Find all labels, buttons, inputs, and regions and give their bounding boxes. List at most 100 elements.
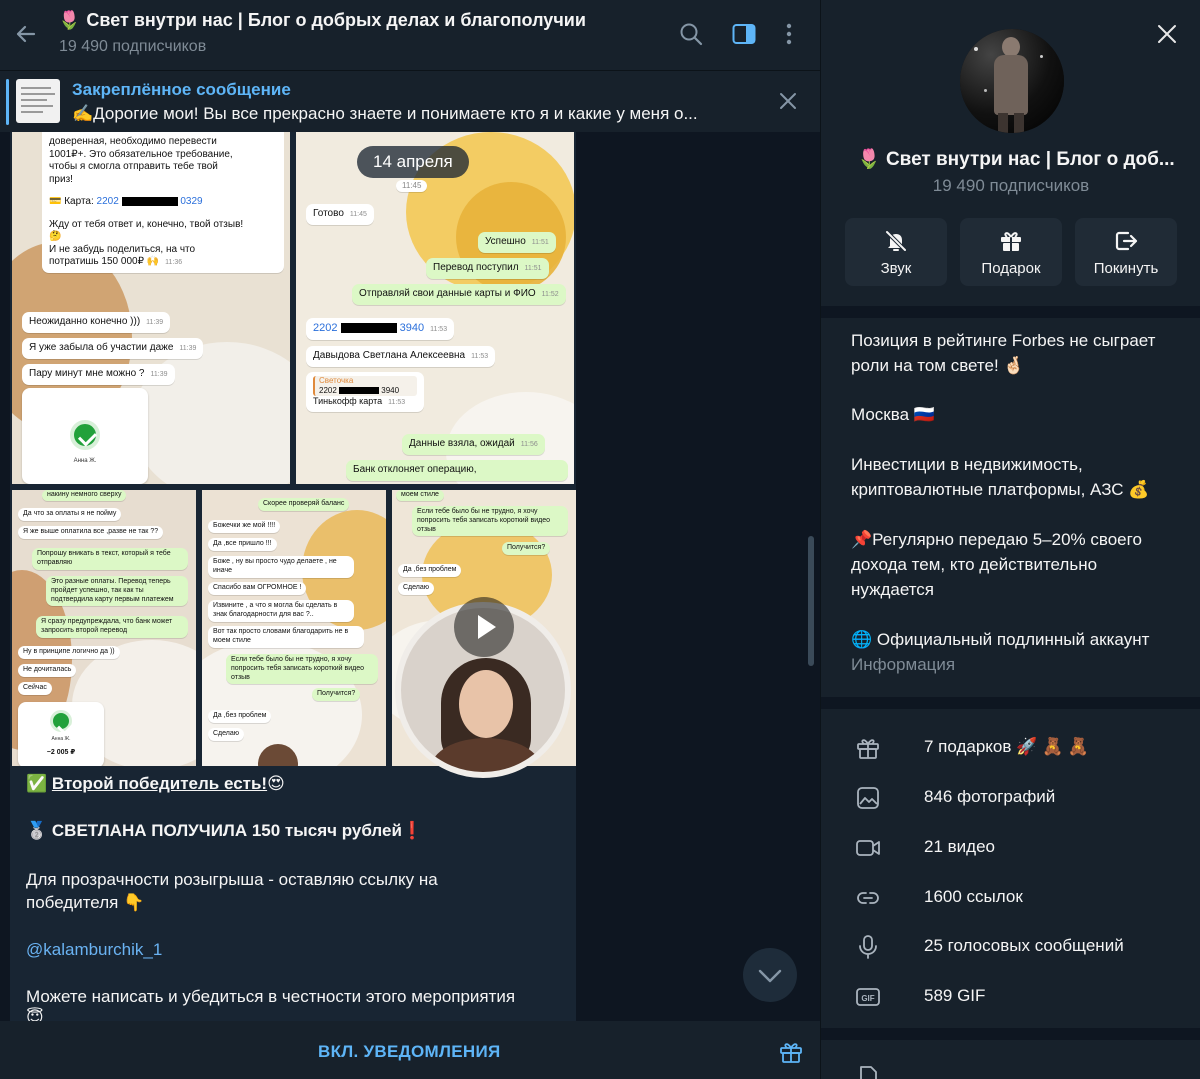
gif-icon: GIF xyxy=(855,984,881,1010)
shared-files-row[interactable] xyxy=(821,1052,1200,1079)
gift-icon xyxy=(855,735,881,761)
description-line: 🌐 Официальный подлинный аккаунт xyxy=(851,630,1150,649)
shared-photos-row[interactable]: 846 фотографий xyxy=(821,773,1200,823)
svg-text:GIF: GIF xyxy=(861,994,874,1003)
divider xyxy=(821,697,1200,709)
shared-videos-row[interactable]: 21 видео xyxy=(821,823,1200,873)
message-text: И не забудь поделиться, на что xyxy=(49,243,196,255)
sidebar-toggle-icon[interactable] xyxy=(731,21,757,47)
pinned-message-bar[interactable]: Закреплённое сообщение ✍️Дорогие мои! Вы… xyxy=(0,70,820,132)
description-line: дохода тем, кто действительно xyxy=(851,555,1098,574)
leave-button[interactable]: Покинуть xyxy=(1075,218,1177,286)
message-time: 11:45 xyxy=(349,211,367,218)
back-arrow-icon[interactable] xyxy=(12,20,40,48)
muted-bell-icon xyxy=(883,228,909,254)
message-text: Неожиданно конечно ))) xyxy=(29,316,141,327)
tulip-emoji: 🌷 xyxy=(857,149,881,170)
screenshot-photo-4[interactable]: Скорее проверяй баланс Божечки же мой !!… xyxy=(202,490,386,766)
pinned-thumbnail xyxy=(16,79,60,123)
message-text: Если тебе было бы не трудно, я хочу попр… xyxy=(226,654,378,685)
mute-label: Звук xyxy=(880,260,912,277)
winner-link[interactable]: Второй победитель есть! xyxy=(52,774,267,793)
message-text: моем стиле xyxy=(396,490,444,501)
pinned-indicator xyxy=(6,79,9,125)
message-text: Пару минут мне можно ? xyxy=(29,368,145,379)
description-line: Позиция в рейтинге Forbes не сыграет xyxy=(851,331,1156,350)
channel-description: Позиция в рейтинге Forbes не сыграет рол… xyxy=(851,328,1187,652)
message-text: Да ,без проблем xyxy=(208,710,272,723)
message-text: Успешно xyxy=(485,236,526,247)
message-text: Скорее проверяй баланс xyxy=(258,498,350,511)
message-text: Боже , ну вы просто чудо делаете , не ин… xyxy=(208,556,354,578)
message-text: Жду от тебя ответ и, конечно, твой отзыв… xyxy=(49,218,244,230)
exclamation-emoji: ❗ xyxy=(401,821,424,840)
card-number-end: 0329 xyxy=(180,196,203,207)
mute-button[interactable]: Звук xyxy=(845,218,947,286)
message-text: приз! xyxy=(49,173,73,185)
success-check-icon xyxy=(50,710,72,732)
play-icon[interactable] xyxy=(454,597,514,657)
honesty-text: Можете написать и убедиться в честности … xyxy=(26,987,516,1006)
prize-line: 🥈 СВЕТЛАНА ПОЛУЧИЛА 150 тысяч рублей❗ xyxy=(26,821,423,841)
channel-title[interactable]: 🌷 Свет внутри нас | Блог о добрых делах и… xyxy=(58,10,586,31)
screenshot-photo-3[interactable]: накину немного сверху Да что за оплаты я… xyxy=(12,490,196,766)
message-text: Тинькофф карта xyxy=(313,396,383,406)
gift-button[interactable]: Подарок xyxy=(960,218,1062,286)
message-text: Получится? xyxy=(312,688,361,701)
screenshot-photo-2[interactable]: 11:45 Готово 11:45 Успешно 11:51 Перевод п… xyxy=(296,132,574,484)
description-label: Информация xyxy=(851,655,956,674)
bank-receipt: Анна Ж. −2 005 ₽ xyxy=(18,702,104,766)
message-list[interactable]: доверенная, необходимо перевести 1001₽+.… xyxy=(0,132,820,1021)
message-text: Это разные оплаты. Перевод теперь пройде… xyxy=(46,576,188,607)
message-text: Извините , а что я могла бы сделать в зн… xyxy=(208,600,354,622)
redaction-bar xyxy=(340,323,397,334)
shared-voice-row[interactable]: 25 голосовых сообщений xyxy=(821,922,1200,972)
message-text: Получится? xyxy=(502,542,551,555)
message-text: Божечки же мой !!!! xyxy=(208,520,281,533)
screenshot-photo-1[interactable]: доверенная, необходимо перевести 1001₽+.… xyxy=(12,132,290,484)
card-number-start: 2202 xyxy=(313,322,338,334)
message-text: Банк отклоняет операцию, xyxy=(346,460,568,481)
username-link[interactable]: @kalamburchik_1 xyxy=(26,940,162,960)
voice-count: 25 голосовых сообщений xyxy=(924,936,1124,955)
shared-gifs-row[interactable]: GIF 589 GIF xyxy=(821,972,1200,1022)
message-text: Не дочиталась xyxy=(18,664,77,677)
message-text: Сейчас xyxy=(18,682,52,695)
avatar[interactable] xyxy=(960,29,1064,133)
description-line: криптовалютные платформы, АЗС 💰 xyxy=(851,480,1150,499)
message-text: потратишь 150 000₽ 🙌 xyxy=(49,256,160,267)
message-time: 11:39 xyxy=(150,371,168,378)
pinned-title: Закреплённое сообщение xyxy=(72,80,291,99)
message-text: Я же выше оплатила все ,разве не так ?? xyxy=(18,526,164,539)
description-line: нуждается xyxy=(851,580,935,599)
search-icon[interactable] xyxy=(678,21,704,47)
subscriber-count: 19 490 подписчиков xyxy=(59,38,207,55)
message-time: 11:51 xyxy=(531,239,549,246)
message-text: Попрошу вникать в текст, который я тебе … xyxy=(32,548,188,570)
close-icon[interactable] xyxy=(776,89,800,113)
divider xyxy=(821,1028,1200,1040)
message-time: 11:52 xyxy=(541,291,559,298)
shared-links-row[interactable]: 1600 ссылок xyxy=(821,873,1200,923)
shared-gifts-row[interactable]: 7 подарков 🚀 🧸 🧸 xyxy=(821,723,1200,773)
gift-label: Подарок xyxy=(981,260,1041,277)
payment-amount: −2 005 ₽ xyxy=(46,749,76,756)
card-label: 💳 Карта: xyxy=(49,196,97,207)
divider xyxy=(821,306,1200,318)
bank-receipt: Анна Ж. xyxy=(22,388,148,484)
chat-header: 🌷 Свет внутри нас | Блог о добрых делах и… xyxy=(0,0,820,70)
scrollbar[interactable] xyxy=(808,536,814,666)
scroll-to-bottom-button[interactable] xyxy=(743,948,797,1002)
message-time: 11:39 xyxy=(179,345,197,352)
close-icon[interactable] xyxy=(1155,22,1179,46)
info-subscriber-count: 19 490 подписчиков xyxy=(932,176,1090,195)
more-options-icon[interactable] xyxy=(776,21,802,47)
message-time: 11:53 xyxy=(430,326,448,333)
description-line: 📌Регулярно передаю 5–20% своего xyxy=(851,530,1142,549)
message-text: Перевод поступил xyxy=(433,262,519,273)
gift-icon[interactable] xyxy=(778,1039,804,1065)
leave-label: Покинуть xyxy=(1093,260,1159,277)
videos-count: 21 видео xyxy=(924,837,995,856)
enable-notifications-button[interactable]: ВКЛ. УВЕДОМЛЕНИЯ xyxy=(318,1042,501,1062)
gift-icon xyxy=(998,228,1024,254)
